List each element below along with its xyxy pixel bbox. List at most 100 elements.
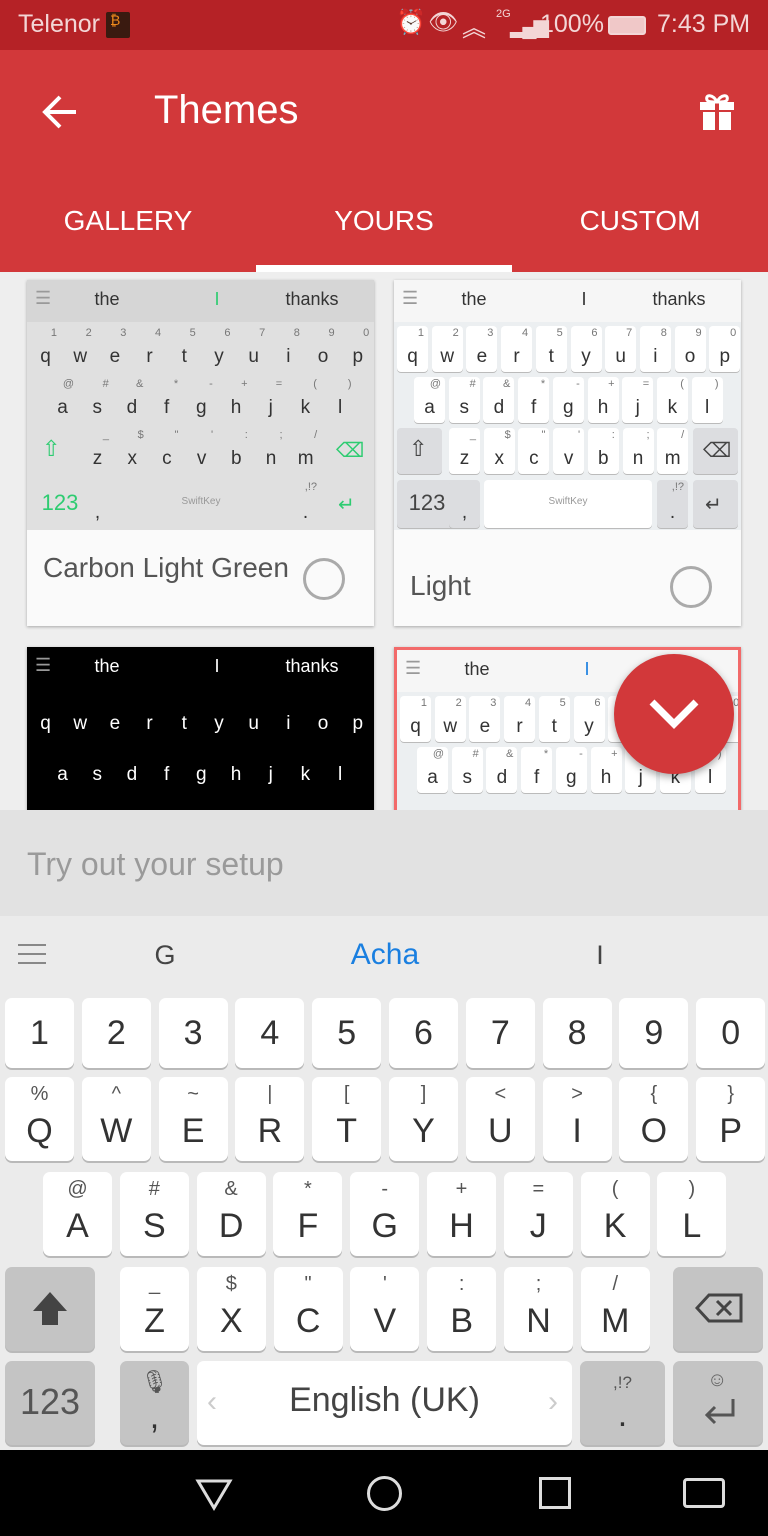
key-0[interactable]: 0 [696, 998, 766, 1068]
backspace-key[interactable] [673, 1267, 763, 1351]
key-q[interactable]: % Q [5, 1077, 74, 1161]
key-label: Z [144, 1302, 165, 1340]
key-label: r [146, 713, 153, 734]
key-z[interactable]: _ Z [120, 1267, 189, 1351]
keyboard-icon[interactable] [683, 1478, 725, 1508]
theme-radio[interactable] [670, 566, 712, 608]
key-n[interactable]: ; N [504, 1267, 573, 1351]
preview-key-z: _ z [449, 428, 480, 474]
key-i[interactable]: > I [542, 1077, 612, 1161]
key-f[interactable]: * F [273, 1172, 343, 1256]
key-label: N [526, 1302, 551, 1340]
key-label: M [601, 1302, 630, 1340]
preview-suggestion-bar: ☰ the Ithanks [27, 647, 374, 689]
key-s[interactable]: # S [119, 1172, 189, 1256]
enter-key[interactable]: ☺ [673, 1361, 763, 1445]
key-secondary: 2 [452, 327, 459, 339]
key-l[interactable]: ) L [657, 1172, 727, 1256]
key-label: q [407, 346, 418, 367]
punctuation-key[interactable]: ,!?. [580, 1361, 665, 1445]
key-secondary: 1 [417, 327, 424, 339]
key-3[interactable]: 3 [158, 998, 228, 1068]
tab-custom[interactable]: CUSTOM [512, 205, 768, 237]
key-secondary: 7 [626, 327, 633, 339]
theme-card-carbon-light-green[interactable]: ☰ the Ithanks 1 q 2 w 3 e 4 r 5 t 6 y 7 u 8 i 9 o 0 p @ a # s & d * f -… [27, 280, 374, 626]
key-c[interactable]: " C [273, 1267, 343, 1351]
key-label: I [572, 1112, 582, 1150]
key-label: l [337, 764, 343, 785]
suggestion-primary[interactable]: Acha [300, 938, 470, 972]
key-9[interactable]: 9 [619, 998, 689, 1068]
preview-key-f: * f [518, 377, 550, 423]
preview-key-g: g [186, 744, 217, 790]
clock: 7:43 PM [657, 10, 751, 38]
preview-key-o: o [308, 693, 339, 739]
key-h[interactable]: + H [427, 1172, 496, 1256]
key-g[interactable]: -G [350, 1172, 420, 1256]
key-x[interactable]: $ X [196, 1267, 266, 1351]
key-r[interactable]: | R [235, 1077, 305, 1161]
key-b[interactable]: :B [427, 1267, 497, 1351]
key-a[interactable]: @ A [43, 1172, 112, 1256]
menu-icon: ☰ [35, 655, 52, 675]
key-j[interactable]: = J [503, 1172, 573, 1256]
key-8[interactable]: 8 [542, 998, 612, 1068]
key-6[interactable]: 6 [389, 998, 458, 1068]
recents-square-icon[interactable] [539, 1477, 571, 1509]
key-d[interactable]: & D [196, 1172, 266, 1256]
key-p[interactable]: } P [696, 1077, 766, 1161]
key-y[interactable]: ] Y [389, 1077, 458, 1161]
tab-gallery[interactable]: GALLERY [0, 205, 256, 237]
preview-key-s: # s [82, 377, 113, 423]
key-secondary: - [579, 748, 583, 760]
key-label: w [73, 346, 88, 367]
key-label: u [248, 346, 259, 367]
key-secondary: { [650, 1083, 658, 1105]
home-circle-icon[interactable] [367, 1476, 402, 1511]
key-secondary: 4 [521, 327, 529, 339]
key-w[interactable]: ^ W [81, 1077, 151, 1161]
key-u[interactable]: < U [465, 1077, 535, 1161]
key-secondary: @ [432, 748, 444, 760]
key-2[interactable]: 2 [81, 998, 151, 1068]
preview-key-h: h [221, 744, 252, 790]
gift-icon[interactable] [698, 90, 736, 130]
key-v[interactable]: ' V [350, 1267, 420, 1351]
menu-icon[interactable] [18, 944, 46, 964]
numbers-key[interactable]: 123 [5, 1361, 95, 1445]
key-label: T [336, 1112, 358, 1150]
shift-key[interactable] [5, 1267, 95, 1351]
preview-key-u: 7u [238, 326, 269, 372]
try-out-input[interactable]: Try out your setup [0, 810, 768, 916]
key-label: e [109, 713, 121, 734]
space-key[interactable]: English (UK) ‹ › [197, 1361, 572, 1445]
key-label: p [352, 346, 364, 367]
key-k[interactable]: (K [580, 1172, 650, 1256]
key-o[interactable]: {O [619, 1077, 689, 1161]
key-label: a [427, 767, 438, 788]
key-t[interactable]: [T [312, 1077, 382, 1161]
key-m[interactable]: / M [580, 1267, 650, 1351]
collapse-fab[interactable] [614, 654, 734, 774]
key-label: 9 [644, 1014, 664, 1052]
key-label: e [479, 716, 491, 737]
preview-suggestion-bar: ☰ the Ithanks [394, 280, 741, 322]
theme-card-light[interactable]: ☰ the Ithanks 1 q 2 w 3 e 4 r 5 t 6 y 7 u 8 i 9 o 0 p @ a # s & d * f -… [394, 280, 741, 626]
suggestion[interactable]: G [110, 940, 220, 971]
key-4[interactable]: 4 [235, 998, 305, 1068]
tab-yours[interactable]: YOURS [256, 205, 512, 237]
arrow-left-icon[interactable] [40, 92, 80, 132]
key-7[interactable]: 7 [465, 998, 535, 1068]
key-e[interactable]: ~ E [158, 1077, 228, 1161]
mic-comma-key[interactable]: 🎙, [120, 1361, 189, 1445]
theme-card-dark[interactable]: ☰ the Ithanks q w e r t y u i o p a s d f g h j k l [27, 647, 374, 810]
preview-key-p: 0p [709, 326, 741, 372]
preview-key-k: k [290, 744, 321, 790]
theme-radio[interactable] [303, 558, 345, 600]
key-1[interactable]: 1 [5, 998, 74, 1068]
key-5[interactable]: 5 [312, 998, 382, 1068]
key-label: , [149, 1398, 160, 1436]
key-secondary: ,!? [304, 481, 317, 493]
back-triangle-icon[interactable] [194, 1476, 234, 1512]
suggestion[interactable]: I [550, 940, 650, 971]
